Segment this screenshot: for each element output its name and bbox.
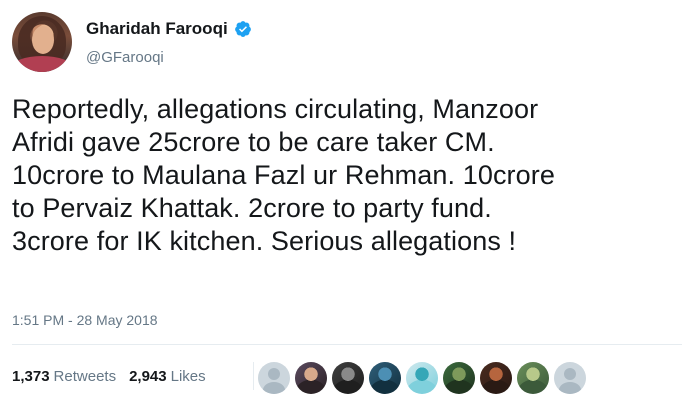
liker-avatar[interactable] (443, 362, 475, 394)
avatar-shoulders (12, 56, 72, 72)
liker-avatar[interactable] (295, 362, 327, 394)
divider (12, 344, 682, 345)
liker-avatar[interactable] (406, 362, 438, 394)
likes-stat[interactable]: 2,943 Likes (129, 368, 206, 385)
stats-separator (253, 362, 254, 390)
tweet-text: Reportedly, allegations circulating, Man… (12, 93, 684, 258)
verified-badge-icon (234, 20, 252, 38)
likers-avatars (258, 362, 586, 394)
author-name-row: Gharidah Farooqi (86, 19, 252, 39)
likes-count: 2,943 (129, 368, 167, 385)
tweet-text-line: to Pervaiz Khattak. 2crore to party fund… (12, 193, 492, 223)
retweets-count: 1,373 (12, 368, 50, 385)
author-handle[interactable]: @GFarooqi (86, 49, 164, 66)
tweet-text-line: Afridi gave 25crore to be care taker CM. (12, 127, 495, 157)
liker-avatar[interactable] (517, 362, 549, 394)
tweet-text-line: Reportedly, allegations circulating, Man… (12, 94, 539, 124)
liker-avatar[interactable] (480, 362, 512, 394)
liker-avatar[interactable] (332, 362, 364, 394)
liker-avatar[interactable] (258, 362, 290, 394)
tweet-text-line: 10crore to Maulana Fazl ur Rehman. 10cro… (12, 160, 555, 190)
author-avatar[interactable] (12, 12, 72, 72)
liker-avatar[interactable] (554, 362, 586, 394)
tweet-text-line: 3crore for IK kitchen. Serious allegatio… (12, 226, 517, 256)
likes-label: Likes (170, 368, 206, 385)
retweets-label: Retweets (53, 368, 117, 385)
avatar-face (32, 26, 54, 54)
retweets-stat[interactable]: 1,373 Retweets (12, 368, 116, 385)
liker-avatar[interactable] (369, 362, 401, 394)
tweet-card: Gharidah Farooqi @GFarooqi Reportedly, a… (0, 0, 694, 404)
tweet-timestamp[interactable]: 1:51 PM - 28 May 2018 (12, 312, 158, 328)
author-display-name[interactable]: Gharidah Farooqi (86, 19, 228, 39)
engagement-stats: 1,373 Retweets 2,943 Likes (12, 368, 206, 385)
